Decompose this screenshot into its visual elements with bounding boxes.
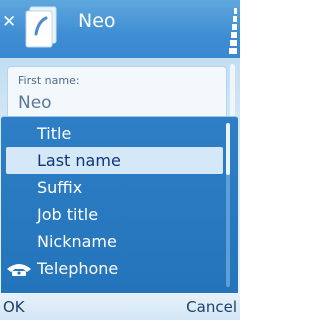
field-picker-list: Title Last name Suffix Job title Nicknam… <box>1 120 225 282</box>
list-item-label: Suffix <box>37 178 83 197</box>
list-item-label: Job title <box>37 205 99 224</box>
list-item-telephone[interactable]: Telephone <box>1 255 225 282</box>
popup-scroll-thumb[interactable] <box>226 123 230 175</box>
telephone-icon <box>7 264 31 276</box>
list-item-label: Telephone <box>37 259 119 278</box>
list-item-nickname[interactable]: Nickname <box>1 228 225 255</box>
list-item-label: Last name <box>37 151 121 170</box>
first-name-value[interactable]: Neo <box>18 93 52 113</box>
contact-card-icon <box>25 6 57 48</box>
ok-softkey[interactable]: OK <box>3 298 25 316</box>
list-item-label: Title <box>37 124 72 143</box>
close-icon[interactable]: ✕ <box>2 14 16 31</box>
cancel-softkey[interactable]: Cancel <box>186 298 237 316</box>
field-picker-popup: Title Last name Suffix Job title Nicknam… <box>1 116 238 293</box>
softkey-bar: OK Cancel <box>0 294 240 320</box>
list-item-label: Nickname <box>37 232 117 251</box>
list-item-suffix[interactable]: Suffix <box>1 174 225 201</box>
header-title: Neo <box>78 10 116 32</box>
list-item-last-name[interactable]: Last name <box>6 147 223 174</box>
signal-strength-icon <box>229 8 237 54</box>
first-name-label: First name: <box>18 74 80 87</box>
header-bar: ✕ Neo <box>0 0 240 58</box>
form-scroll-thumb[interactable] <box>230 64 235 120</box>
list-item-job-title[interactable]: Job title <box>1 201 225 228</box>
list-item-title[interactable]: Title <box>1 120 225 147</box>
